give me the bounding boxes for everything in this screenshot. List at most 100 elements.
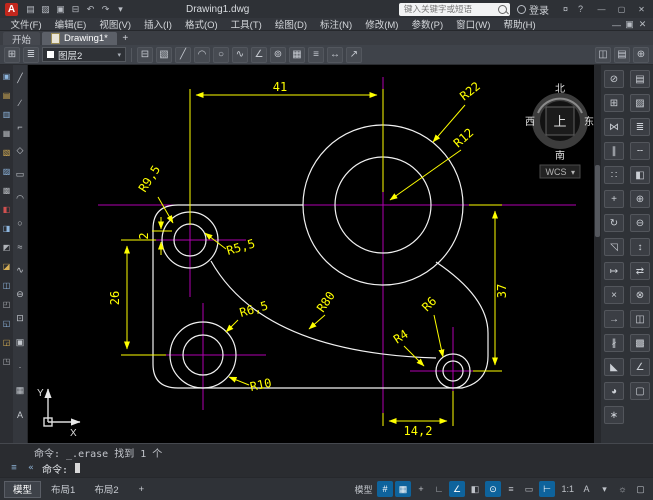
plot-panel-icon[interactable]: ▨ [1, 166, 12, 177]
corner-panel-icon[interactable]: ◩ [1, 242, 12, 253]
zoom-in-icon[interactable]: ⊕ [633, 47, 649, 63]
circle-tool-icon[interactable]: ○ [14, 216, 27, 229]
polyline-tool-icon[interactable]: ⌐ [14, 120, 27, 133]
construction-line-tool-icon[interactable]: ∕ [14, 96, 27, 109]
layout2-tab[interactable]: 布局2 [85, 481, 127, 498]
ellipse-tool-icon[interactable]: ⊖ [14, 288, 27, 301]
snap-toggle[interactable]: ▦ [395, 481, 411, 497]
sheet-panel-icon[interactable]: ▧ [1, 147, 12, 158]
undo-icon[interactable]: ↶ [84, 3, 97, 16]
doc-close-button[interactable]: ✕ [636, 18, 649, 31]
help-icon[interactable]: ? [574, 3, 587, 16]
color-icon[interactable]: ◧ [630, 166, 650, 184]
layout1-tab[interactable]: 布局1 [42, 481, 84, 498]
menu-item[interactable]: 工具(T) [224, 18, 268, 30]
circle-icon[interactable]: ○ [213, 47, 229, 63]
isodraft-toggle[interactable]: ◧ [467, 481, 483, 497]
layer-dropdown[interactable]: 图层2 ▾ [42, 47, 126, 62]
polygon-tool-icon[interactable]: ◇ [14, 144, 27, 157]
dynamic-input-toggle[interactable]: ⊢ [539, 481, 555, 497]
measure-icon[interactable]: ↔ [327, 47, 343, 63]
qnew-icon[interactable]: ▣ [1, 71, 12, 82]
maximize-button[interactable]: ▢ [615, 3, 628, 16]
sign-in-button[interactable]: 登录 [517, 2, 549, 17]
named-views-icon[interactable]: ⊗ [630, 286, 650, 304]
menu-item[interactable]: 格式(O) [178, 18, 224, 30]
doc-minimize-button[interactable]: — [610, 18, 623, 31]
menu-item[interactable]: 编辑(E) [48, 18, 93, 30]
ortho-toggle[interactable]: ∟ [431, 481, 447, 497]
properties-icon[interactable]: ≡ [308, 47, 324, 63]
spline-tool-icon[interactable]: ∿ [14, 264, 27, 277]
open-panel-icon[interactable]: ▤ [1, 90, 12, 101]
hatch-panel-icon[interactable]: ▩ [1, 185, 12, 196]
dimension-icon[interactable]: ∠ [630, 358, 650, 376]
revision-cloud-tool-icon[interactable]: ≈ [14, 240, 27, 253]
model-space-toggle[interactable]: 模型 [350, 481, 375, 497]
model-tab[interactable]: 模型 [4, 481, 41, 498]
save-icon[interactable]: ▣ [54, 3, 67, 16]
menu-item[interactable]: 文件(F) [4, 18, 48, 30]
line-icon[interactable]: ╱ [175, 47, 191, 63]
search-input[interactable] [402, 3, 496, 15]
new-file-icon[interactable]: ▤ [24, 3, 37, 16]
make-block-tool-icon[interactable]: ▣ [14, 336, 27, 349]
drawing-canvas[interactable]: 41 26 2 37 14,2 R22 R12 R9,5 R5,5 R80 R6… [28, 65, 594, 443]
extend-tool-icon[interactable]: → [604, 310, 624, 328]
properties-palette-icon[interactable]: ▤ [630, 70, 650, 88]
shade-panel-icon[interactable]: ◨ [1, 223, 12, 234]
menu-item[interactable]: 修改(M) [359, 18, 405, 30]
layer-manager-icon[interactable]: ≣ [630, 118, 650, 136]
copy-tool-icon[interactable]: ⊞ [604, 94, 624, 112]
point-tool-icon[interactable]: · [14, 360, 27, 373]
region-panel-icon[interactable]: ◱ [1, 318, 12, 329]
redo-icon[interactable]: ↷ [99, 3, 112, 16]
annotation-scale[interactable]: 1:1 [557, 481, 577, 497]
text-tool-icon[interactable]: A [14, 408, 27, 421]
match-properties-icon[interactable]: ▨ [630, 94, 650, 112]
new-layout-button[interactable]: + [130, 481, 154, 498]
wcs-dropdown[interactable]: WCS ▾ [540, 165, 580, 178]
scale-caret-icon[interactable]: ▾ [597, 481, 613, 497]
workspace-switch-icon[interactable]: ☼ [615, 481, 631, 497]
area-panel-icon[interactable]: ◲ [1, 337, 12, 348]
center-mark-icon[interactable]: ⊚ [270, 47, 286, 63]
plot-icon[interactable]: ⊟ [69, 3, 82, 16]
clean-screen-toggle[interactable]: ▢ [633, 481, 649, 497]
drawing-viewport[interactable]: 41 26 2 37 14,2 R22 R12 R9,5 R5,5 R80 R6… [28, 65, 594, 443]
app-store-icon[interactable]: ¤ [559, 3, 572, 16]
print-icon[interactable]: ⊟ [137, 47, 153, 63]
menu-item[interactable]: 窗口(W) [450, 18, 497, 30]
line-tool-icon[interactable]: ╱ [14, 72, 27, 85]
quick-access-caret-icon[interactable]: ▾ [114, 3, 127, 16]
doc-restore-button[interactable]: ▣ [623, 18, 636, 31]
fillet-tool-icon[interactable]: ◕ [604, 382, 624, 400]
rectangle-tool-icon[interactable]: ▭ [14, 168, 27, 181]
canvas-scrollbar[interactable] [594, 65, 601, 443]
view-compass[interactable]: 上 北 南 西 东 [525, 83, 594, 162]
new-drawing-button[interactable]: + [119, 32, 132, 45]
grid-toggle[interactable]: # [377, 481, 393, 497]
quadrant-panel-icon[interactable]: ◰ [1, 299, 12, 310]
lineweight-toggle[interactable]: ≡ [503, 481, 519, 497]
annotation-visibility-toggle[interactable]: A [579, 481, 595, 497]
pan-vertical-icon[interactable]: ↕ [630, 238, 650, 256]
zoom-window-icon[interactable]: ⊕ [630, 190, 650, 208]
explode-tool-icon[interactable]: ∗ [604, 406, 624, 424]
scale-tool-icon[interactable]: ◹ [604, 238, 624, 256]
blank-tool-icon[interactable]: ▢ [630, 382, 650, 400]
break-tool-icon[interactable]: ∦ [604, 334, 624, 352]
transparency-toggle[interactable]: ▭ [521, 481, 537, 497]
minimize-button[interactable]: — [595, 3, 608, 16]
app-logo[interactable]: A [5, 3, 18, 16]
tile-viewports-icon[interactable]: ◫ [630, 310, 650, 328]
layer-list-icon[interactable]: ≣ [23, 47, 39, 63]
rotate-tool-icon[interactable]: ↻ [604, 214, 624, 232]
fill-panel-icon[interactable]: ◪ [1, 261, 12, 272]
chamfer-tool-icon[interactable]: ◣ [604, 358, 624, 376]
close-button[interactable]: ✕ [635, 3, 648, 16]
layer-states-icon[interactable]: ▤ [614, 47, 630, 63]
command-prompt-line[interactable]: ≡ « 命令: [0, 460, 653, 476]
polar-tracking-toggle[interactable]: ∠ [449, 481, 465, 497]
array-tool-icon[interactable]: ∷ [604, 166, 624, 184]
